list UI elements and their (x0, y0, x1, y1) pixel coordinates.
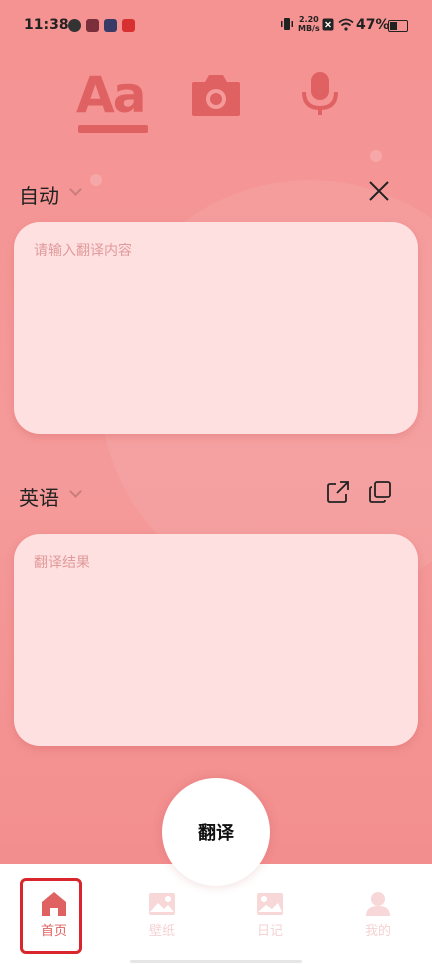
share-icon[interactable] (326, 480, 350, 504)
home-icon (42, 892, 66, 916)
nav-item-home[interactable]: 首页 (24, 884, 84, 944)
status-time: 11:38 (24, 17, 69, 33)
close-icon[interactable] (368, 180, 390, 202)
translate-button[interactable]: 翻译 (162, 778, 270, 886)
source-placeholder: 请输入翻译内容 (34, 243, 132, 259)
status-bar: 11:38 2.20 MB/s 47% (0, 0, 432, 50)
wifi-icon (338, 18, 354, 31)
notification-icon (104, 19, 117, 32)
source-language-label[interactable]: 自动 (19, 180, 59, 209)
net-speed-value: 2.20 (299, 15, 319, 24)
bubble-decoration (90, 174, 102, 186)
source-text-input[interactable]: 请输入翻译内容 (14, 222, 418, 434)
camera-icon[interactable] (190, 70, 242, 118)
notification-icon (122, 19, 135, 32)
text-mode-tab[interactable]: Aa (76, 66, 146, 124)
notification-icon (68, 19, 81, 32)
nav-label-home: 首页 (40, 924, 67, 939)
network-speed: 2.20 MB/s (298, 15, 320, 33)
battery-percent: 47% (356, 17, 390, 33)
gesture-bar (130, 960, 302, 963)
nav-label-diary: 日记 (256, 924, 283, 939)
bubble-decoration (370, 150, 382, 162)
net-speed-unit: MB/s (298, 24, 320, 33)
active-mode-indicator (78, 125, 148, 133)
translation-result-box: 翻译结果 (14, 534, 418, 746)
microphone-icon[interactable] (300, 70, 340, 118)
nav-item-diary[interactable]: 日记 (240, 884, 300, 944)
nav-label-wallpaper: 壁纸 (148, 924, 175, 939)
copy-icon[interactable] (368, 480, 392, 504)
target-language-label[interactable]: 英语 (19, 482, 59, 511)
nav-item-profile[interactable]: 我的 (348, 884, 408, 944)
diary-icon (257, 893, 283, 915)
battery-icon (388, 20, 408, 32)
sim-icon (322, 18, 334, 31)
result-placeholder: 翻译结果 (34, 555, 90, 571)
wallpaper-icon (149, 893, 175, 915)
vibrate-icon (281, 18, 293, 30)
nav-item-wallpaper[interactable]: 壁纸 (132, 884, 192, 944)
notification-icon (86, 19, 99, 32)
profile-icon (366, 892, 390, 916)
nav-label-profile: 我的 (364, 924, 391, 939)
